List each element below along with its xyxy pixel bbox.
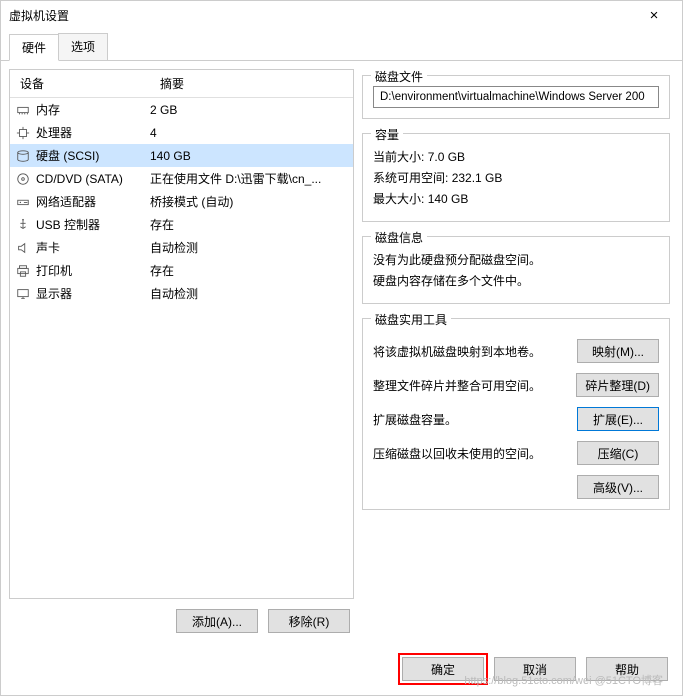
cd-icon [10, 171, 36, 186]
footer: 确定 取消 帮助 [1, 647, 682, 695]
device-name: 打印机 [36, 262, 150, 279]
tab-options[interactable]: 选项 [58, 33, 108, 60]
device-name: CD/DVD (SATA) [36, 172, 150, 186]
device-row-3[interactable]: CD/DVD (SATA)正在使用文件 D:\迅雷下载\cn_... [10, 167, 353, 190]
help-button[interactable]: 帮助 [586, 657, 668, 681]
tab-strip: 硬件 选项 [1, 29, 682, 61]
disk-info-line1: 没有为此硬盘预分配磁盘空间。 [373, 251, 659, 268]
remove-button[interactable]: 移除(R) [268, 609, 350, 633]
device-summary: 存在 [150, 262, 353, 279]
defrag-button[interactable]: 碎片整理(D) [576, 373, 659, 397]
disk-info-line2: 硬盘内容存储在多个文件中。 [373, 272, 659, 289]
col-summary: 摘要 [150, 70, 353, 97]
memory-icon [10, 102, 36, 117]
device-summary: 存在 [150, 216, 353, 233]
display-icon [10, 286, 36, 301]
usb-icon [10, 217, 36, 232]
device-row-1[interactable]: 处理器4 [10, 121, 353, 144]
device-row-0[interactable]: 内存2 GB [10, 98, 353, 121]
device-name: 处理器 [36, 124, 150, 141]
group-title-tools: 磁盘实用工具 [371, 311, 451, 328]
device-summary: 自动检测 [150, 285, 353, 302]
cpu-icon [10, 125, 36, 140]
group-disk-info: 磁盘信息 没有为此硬盘预分配磁盘空间。 硬盘内容存储在多个文件中。 [362, 236, 670, 304]
device-list: 设备 摘要 内存2 GB处理器4硬盘 (SCSI)140 GBCD/DVD (S… [9, 69, 354, 599]
compact-button[interactable]: 压缩(C) [577, 441, 659, 465]
tab-hardware[interactable]: 硬件 [9, 34, 59, 61]
group-tools: 磁盘实用工具 将该虚拟机磁盘映射到本地卷。 映射(M)... 整理文件碎片并整合… [362, 318, 670, 510]
advanced-button[interactable]: 高级(V)... [577, 475, 659, 499]
device-summary: 桥接模式 (自动) [150, 193, 353, 210]
settings-window: 虚拟机设置 × 硬件 选项 设备 摘要 内存2 GB处理器4硬盘 (SCSI)1… [0, 0, 683, 696]
group-title-disk-file: 磁盘文件 [371, 69, 427, 85]
device-summary: 4 [150, 126, 353, 140]
device-name: 硬盘 (SCSI) [36, 147, 150, 164]
titlebar: 虚拟机设置 × [1, 1, 682, 29]
device-row-8[interactable]: 显示器自动检测 [10, 282, 353, 305]
device-summary: 140 GB [150, 149, 353, 163]
add-button[interactable]: 添加(A)... [176, 609, 258, 633]
group-capacity: 容量 当前大小: 7.0 GB 系统可用空间: 232.1 GB 最大大小: 1… [362, 133, 670, 222]
device-row-5[interactable]: USB 控制器存在 [10, 213, 353, 236]
group-title-capacity: 容量 [371, 126, 403, 143]
tool-expand: 扩展磁盘容量。 扩展(E)... [373, 407, 659, 431]
disk-file-path[interactable]: D:\environment\virtualmachine\Windows Se… [373, 86, 659, 108]
capacity-current: 当前大小: 7.0 GB [373, 148, 659, 165]
network-icon [10, 194, 36, 209]
map-button[interactable]: 映射(M)... [577, 339, 659, 363]
close-icon[interactable]: × [634, 7, 674, 24]
capacity-max: 最大大小: 140 GB [373, 190, 659, 207]
capacity-free: 系统可用空间: 232.1 GB [373, 169, 659, 186]
printer-icon [10, 263, 36, 278]
ok-button[interactable]: 确定 [402, 657, 484, 681]
expand-button[interactable]: 扩展(E)... [577, 407, 659, 431]
tool-compact: 压缩磁盘以回收未使用的空间。 压缩(C) [373, 441, 659, 465]
tool-map: 将该虚拟机磁盘映射到本地卷。 映射(M)... [373, 339, 659, 363]
left-buttons: 添加(A)... 移除(R) [9, 599, 354, 639]
device-name: 网络适配器 [36, 193, 150, 210]
device-rows: 内存2 GB处理器4硬盘 (SCSI)140 GBCD/DVD (SATA)正在… [10, 98, 353, 305]
group-title-disk-info: 磁盘信息 [371, 229, 427, 246]
device-summary: 2 GB [150, 103, 353, 117]
device-row-6[interactable]: 声卡自动检测 [10, 236, 353, 259]
content-area: 设备 摘要 内存2 GB处理器4硬盘 (SCSI)140 GBCD/DVD (S… [1, 61, 682, 647]
window-title: 虚拟机设置 [9, 7, 634, 24]
cancel-button[interactable]: 取消 [494, 657, 576, 681]
device-summary: 正在使用文件 D:\迅雷下载\cn_... [150, 170, 353, 187]
device-row-2[interactable]: 硬盘 (SCSI)140 GB [10, 144, 353, 167]
right-panel: 磁盘文件 D:\environment\virtualmachine\Windo… [362, 69, 674, 639]
group-disk-file: 磁盘文件 D:\environment\virtualmachine\Windo… [362, 75, 670, 119]
device-name: USB 控制器 [36, 216, 150, 233]
disk-icon [10, 148, 36, 163]
device-name: 内存 [36, 101, 150, 118]
device-list-header: 设备 摘要 [10, 70, 353, 98]
tool-defrag: 整理文件碎片并整合可用空间。 碎片整理(D) [373, 373, 659, 397]
tool-advanced-row: 高级(V)... [373, 475, 659, 499]
device-summary: 自动检测 [150, 239, 353, 256]
device-name: 显示器 [36, 285, 150, 302]
device-row-4[interactable]: 网络适配器桥接模式 (自动) [10, 190, 353, 213]
left-panel: 设备 摘要 内存2 GB处理器4硬盘 (SCSI)140 GBCD/DVD (S… [9, 69, 354, 639]
device-row-7[interactable]: 打印机存在 [10, 259, 353, 282]
device-name: 声卡 [36, 239, 150, 256]
sound-icon [10, 240, 36, 255]
col-device: 设备 [10, 70, 150, 97]
